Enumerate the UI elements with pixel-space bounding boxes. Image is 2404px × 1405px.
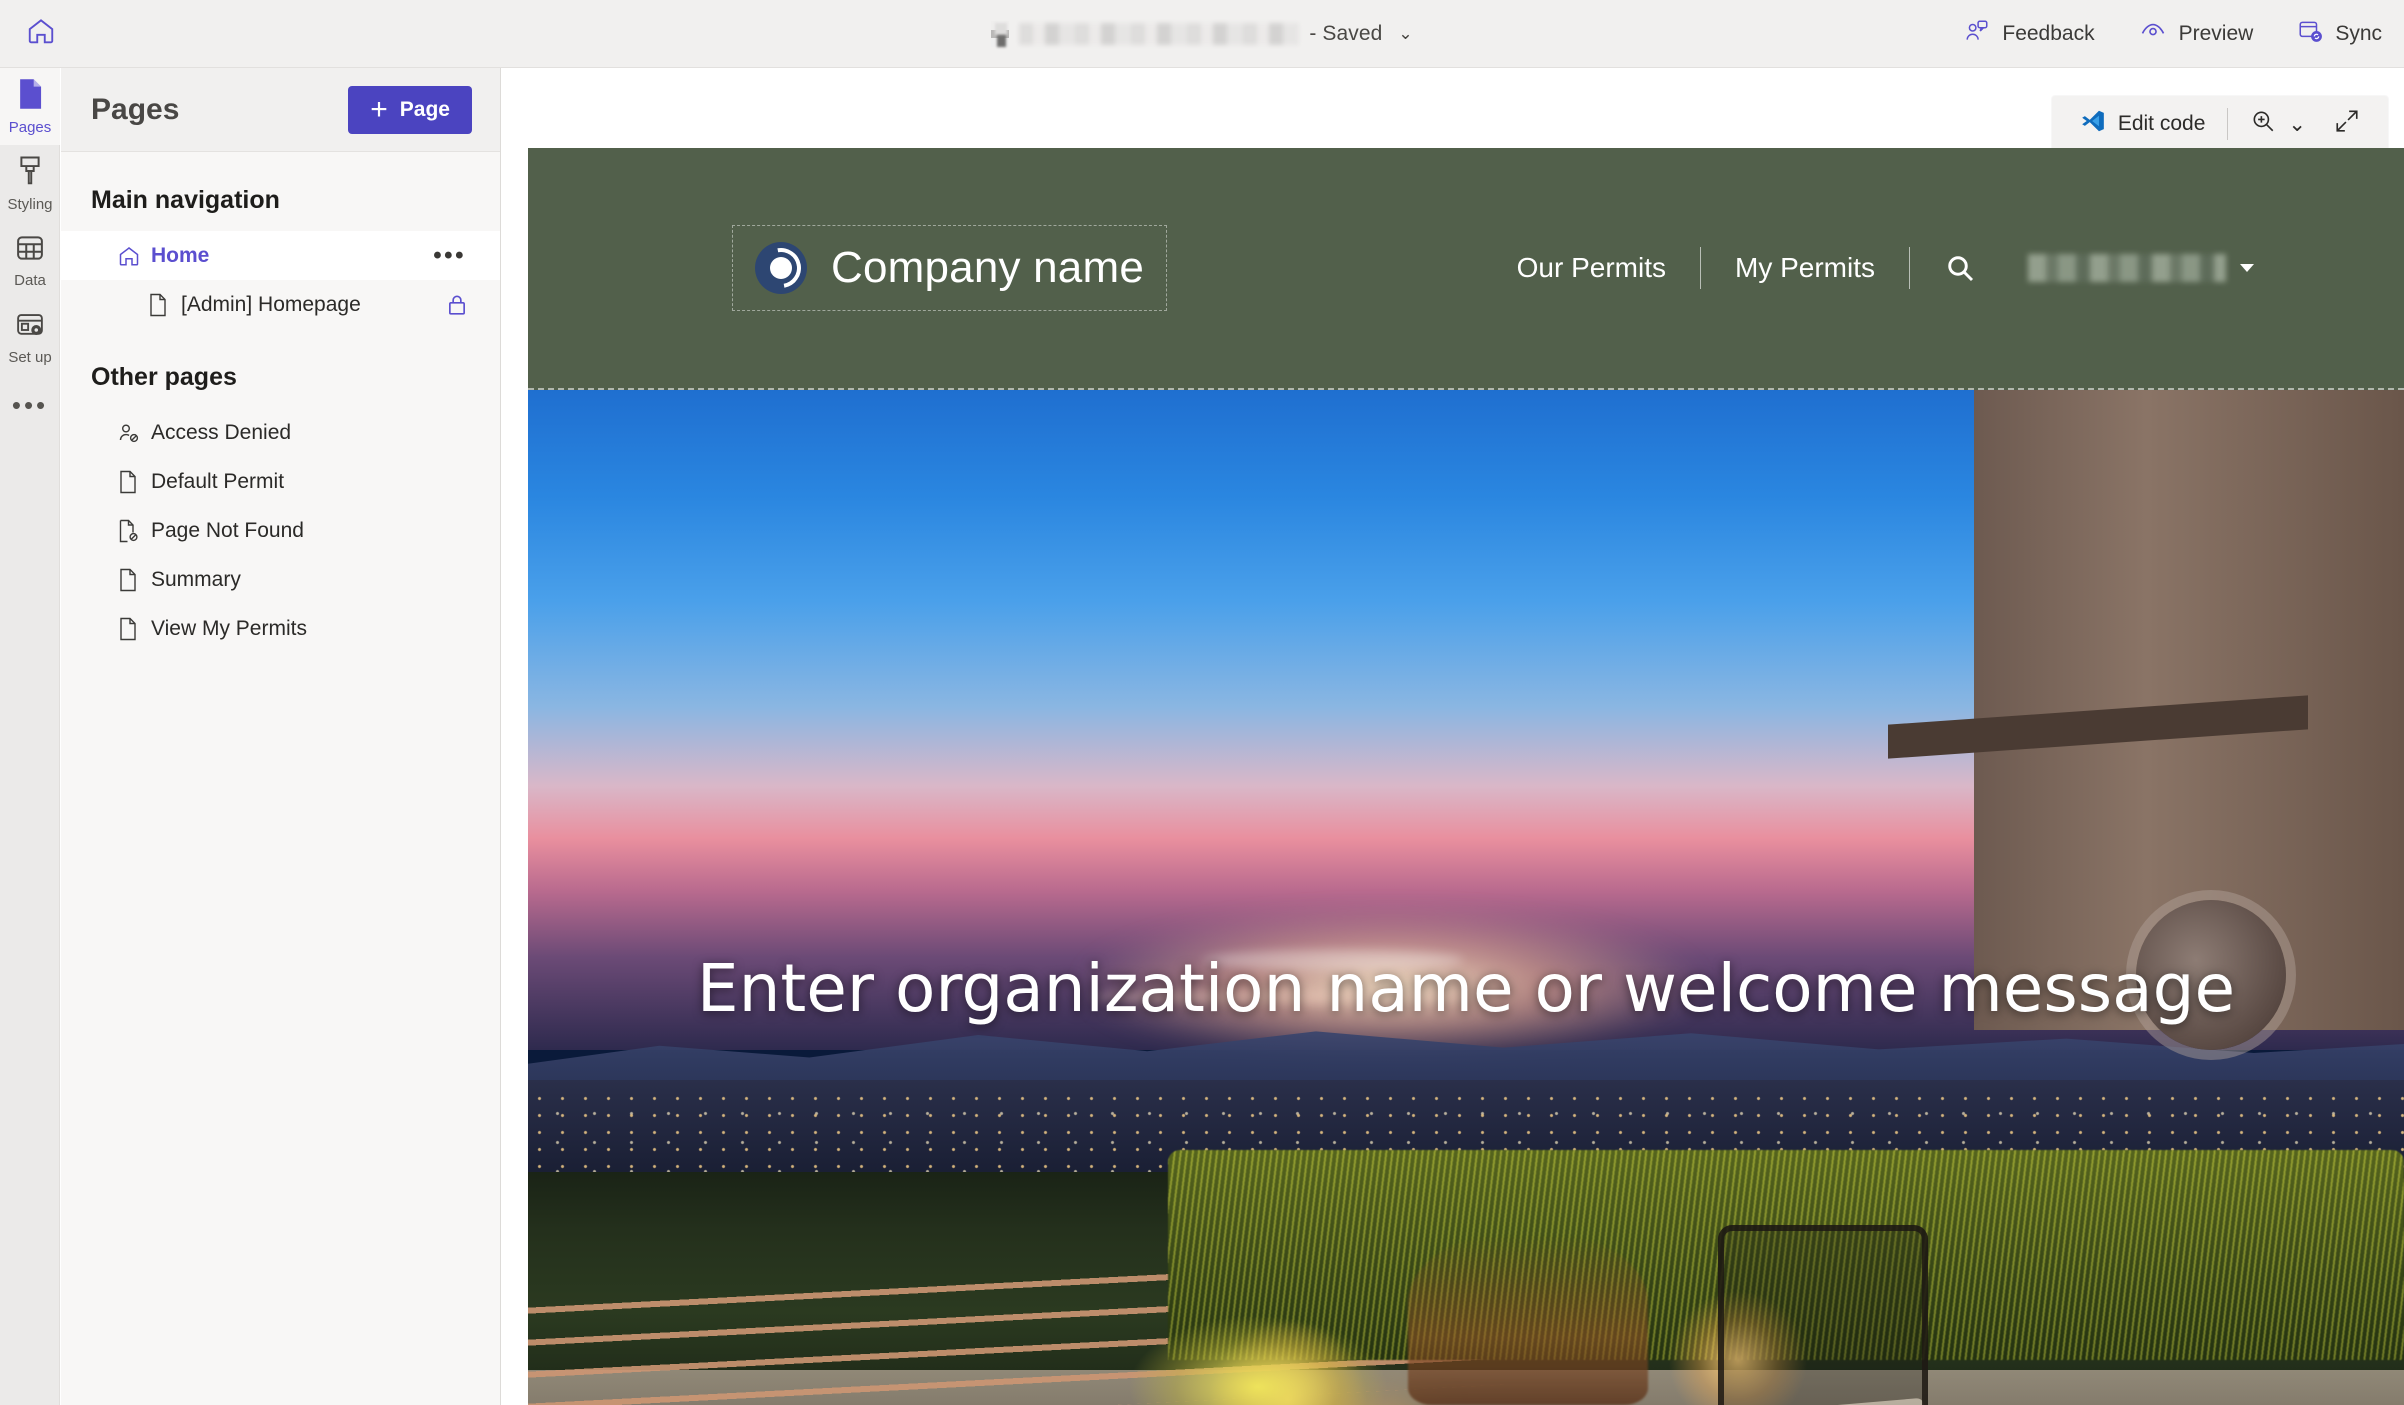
vscode-icon — [2080, 108, 2106, 140]
zoom-chevron-down-icon: ⌄ — [2288, 112, 2306, 136]
pages-panel-header: Pages + Page — [61, 68, 500, 152]
left-rail: Pages Styling Data Set up ••• — [0, 68, 60, 1405]
app-title[interactable]: - Saved ⌄ — [991, 20, 1413, 47]
sidebar-item-label-default-permit: Default Permit — [151, 469, 285, 493]
rail-label-styling: Styling — [7, 196, 53, 213]
search-icon[interactable] — [1910, 252, 2010, 284]
file-icon — [117, 470, 151, 494]
expand-diagonal-icon — [2334, 108, 2360, 140]
file-icon — [147, 293, 181, 317]
chevron-down-icon[interactable]: ⌄ — [1398, 24, 1412, 44]
person-blocked-icon — [117, 421, 151, 445]
feedback-label: Feedback — [2002, 21, 2095, 45]
page-document-icon — [15, 78, 45, 115]
preview-label: Preview — [2178, 21, 2254, 45]
rail-label-setup: Set up — [8, 349, 52, 366]
add-page-button[interactable]: + Page — [348, 85, 472, 134]
edit-code-label: Edit code — [2117, 112, 2206, 135]
top-bar-actions: Feedback Preview Sync — [1942, 0, 2404, 67]
rail-label-pages: Pages — [8, 119, 52, 136]
sidebar-item-admin-homepage[interactable]: [Admin] Homepage — [61, 280, 500, 329]
hero-patio-chair — [1718, 1225, 1928, 1405]
rail-item-data[interactable]: Data — [0, 222, 60, 299]
sidebar-item-home[interactable]: Home ••• — [61, 231, 500, 280]
hero-banner[interactable]: Enter organization name or welcome messa… — [528, 390, 2404, 1405]
design-canvas: Edit code ⌄ Company name Our Permits My … — [502, 68, 2404, 1405]
sidebar-item-label-page-not-found: Page Not Found — [151, 518, 304, 542]
home-outline-icon — [117, 244, 151, 268]
site-preview: Company name Our Permits My Permits Ente… — [528, 148, 2404, 1405]
rail-item-pages[interactable]: Pages — [0, 68, 60, 145]
site-brand[interactable]: Company name — [732, 225, 1167, 311]
rail-item-setup[interactable]: Set up — [0, 299, 60, 376]
file-blocked-icon — [117, 519, 151, 543]
pages-title: Pages — [91, 92, 180, 126]
add-page-label: Page — [399, 97, 450, 121]
user-menu[interactable] — [2010, 254, 2254, 282]
feedback-person-icon — [1964, 18, 1990, 50]
nav-link-our-permits[interactable]: Our Permits — [1483, 252, 1700, 284]
company-name: Company name — [831, 243, 1144, 292]
home-overflow-menu[interactable]: ••• — [433, 243, 466, 268]
home-icon — [26, 16, 56, 51]
plus-icon: + — [370, 92, 388, 126]
circular-swirl-logo-icon — [755, 242, 807, 294]
edit-code-button[interactable]: Edit code — [2066, 96, 2220, 152]
app-icon — [991, 20, 1010, 47]
lock-icon — [440, 288, 474, 322]
home-button[interactable] — [0, 0, 82, 67]
app-top-bar: - Saved ⌄ Feedback Preview Sync — [0, 0, 2404, 68]
file-icon — [117, 568, 151, 592]
file-icon — [117, 617, 151, 641]
feedback-button[interactable]: Feedback — [1942, 0, 2116, 67]
chevron-down-icon — [2240, 264, 2254, 272]
site-header: Company name Our Permits My Permits — [528, 148, 2404, 390]
sync-button[interactable]: Sync — [2275, 0, 2404, 67]
sidebar-item-default-permit[interactable]: Default Permit — [61, 457, 500, 506]
preview-button[interactable]: Preview — [2117, 0, 2276, 67]
saved-status: - Saved — [1309, 21, 1383, 45]
sidebar-item-access-denied[interactable]: Access Denied — [61, 408, 500, 457]
sidebar-item-label-admin-homepage: [Admin] Homepage — [181, 292, 361, 316]
pages-panel: Pages + Page Main navigation Home ••• [A… — [61, 68, 501, 1405]
hero-table-glassware — [1408, 1235, 1648, 1405]
user-name-redacted — [2028, 254, 2226, 282]
zoom-in-magnifier-icon — [2250, 108, 2276, 140]
hero-title[interactable]: Enter organization name or welcome messa… — [528, 950, 2404, 1027]
setup-gear-panel-icon — [15, 310, 45, 345]
sidebar-item-label-summary: Summary — [151, 567, 241, 591]
table-grid-icon — [15, 233, 45, 268]
sidebar-item-page-not-found[interactable]: Page Not Found — [61, 506, 500, 555]
toolbar-divider — [2227, 108, 2229, 140]
nav-link-my-permits[interactable]: My Permits — [1701, 252, 1909, 284]
eye-preview-icon — [2139, 17, 2167, 51]
site-navigation: Our Permits My Permits — [1483, 247, 2254, 289]
sidebar-item-label-home: Home — [151, 243, 210, 267]
rail-item-styling[interactable]: Styling — [0, 145, 60, 222]
section-title-main-navigation: Main navigation — [91, 186, 280, 214]
section-title-other-pages: Other pages — [91, 363, 237, 391]
sync-icon — [2297, 18, 2323, 50]
sidebar-item-label-access-denied: Access Denied — [151, 420, 292, 444]
sidebar-item-summary[interactable]: Summary — [61, 555, 500, 604]
sync-label: Sync — [2335, 21, 2382, 45]
sidebar-item-label-view-my-permits: View My Permits — [151, 616, 307, 640]
paintbrush-icon — [15, 155, 45, 192]
zoom-control[interactable]: ⌄ — [2236, 96, 2320, 152]
expand-button[interactable] — [2320, 96, 2374, 152]
rail-label-data: Data — [14, 272, 46, 289]
app-name-redacted — [1019, 22, 1300, 45]
hero-flowers — [1128, 1315, 1388, 1405]
canvas-toolbar: Edit code ⌄ — [2051, 96, 2388, 152]
sidebar-item-view-my-permits[interactable]: View My Permits — [61, 604, 500, 653]
rail-more-button[interactable]: ••• — [0, 376, 60, 434]
